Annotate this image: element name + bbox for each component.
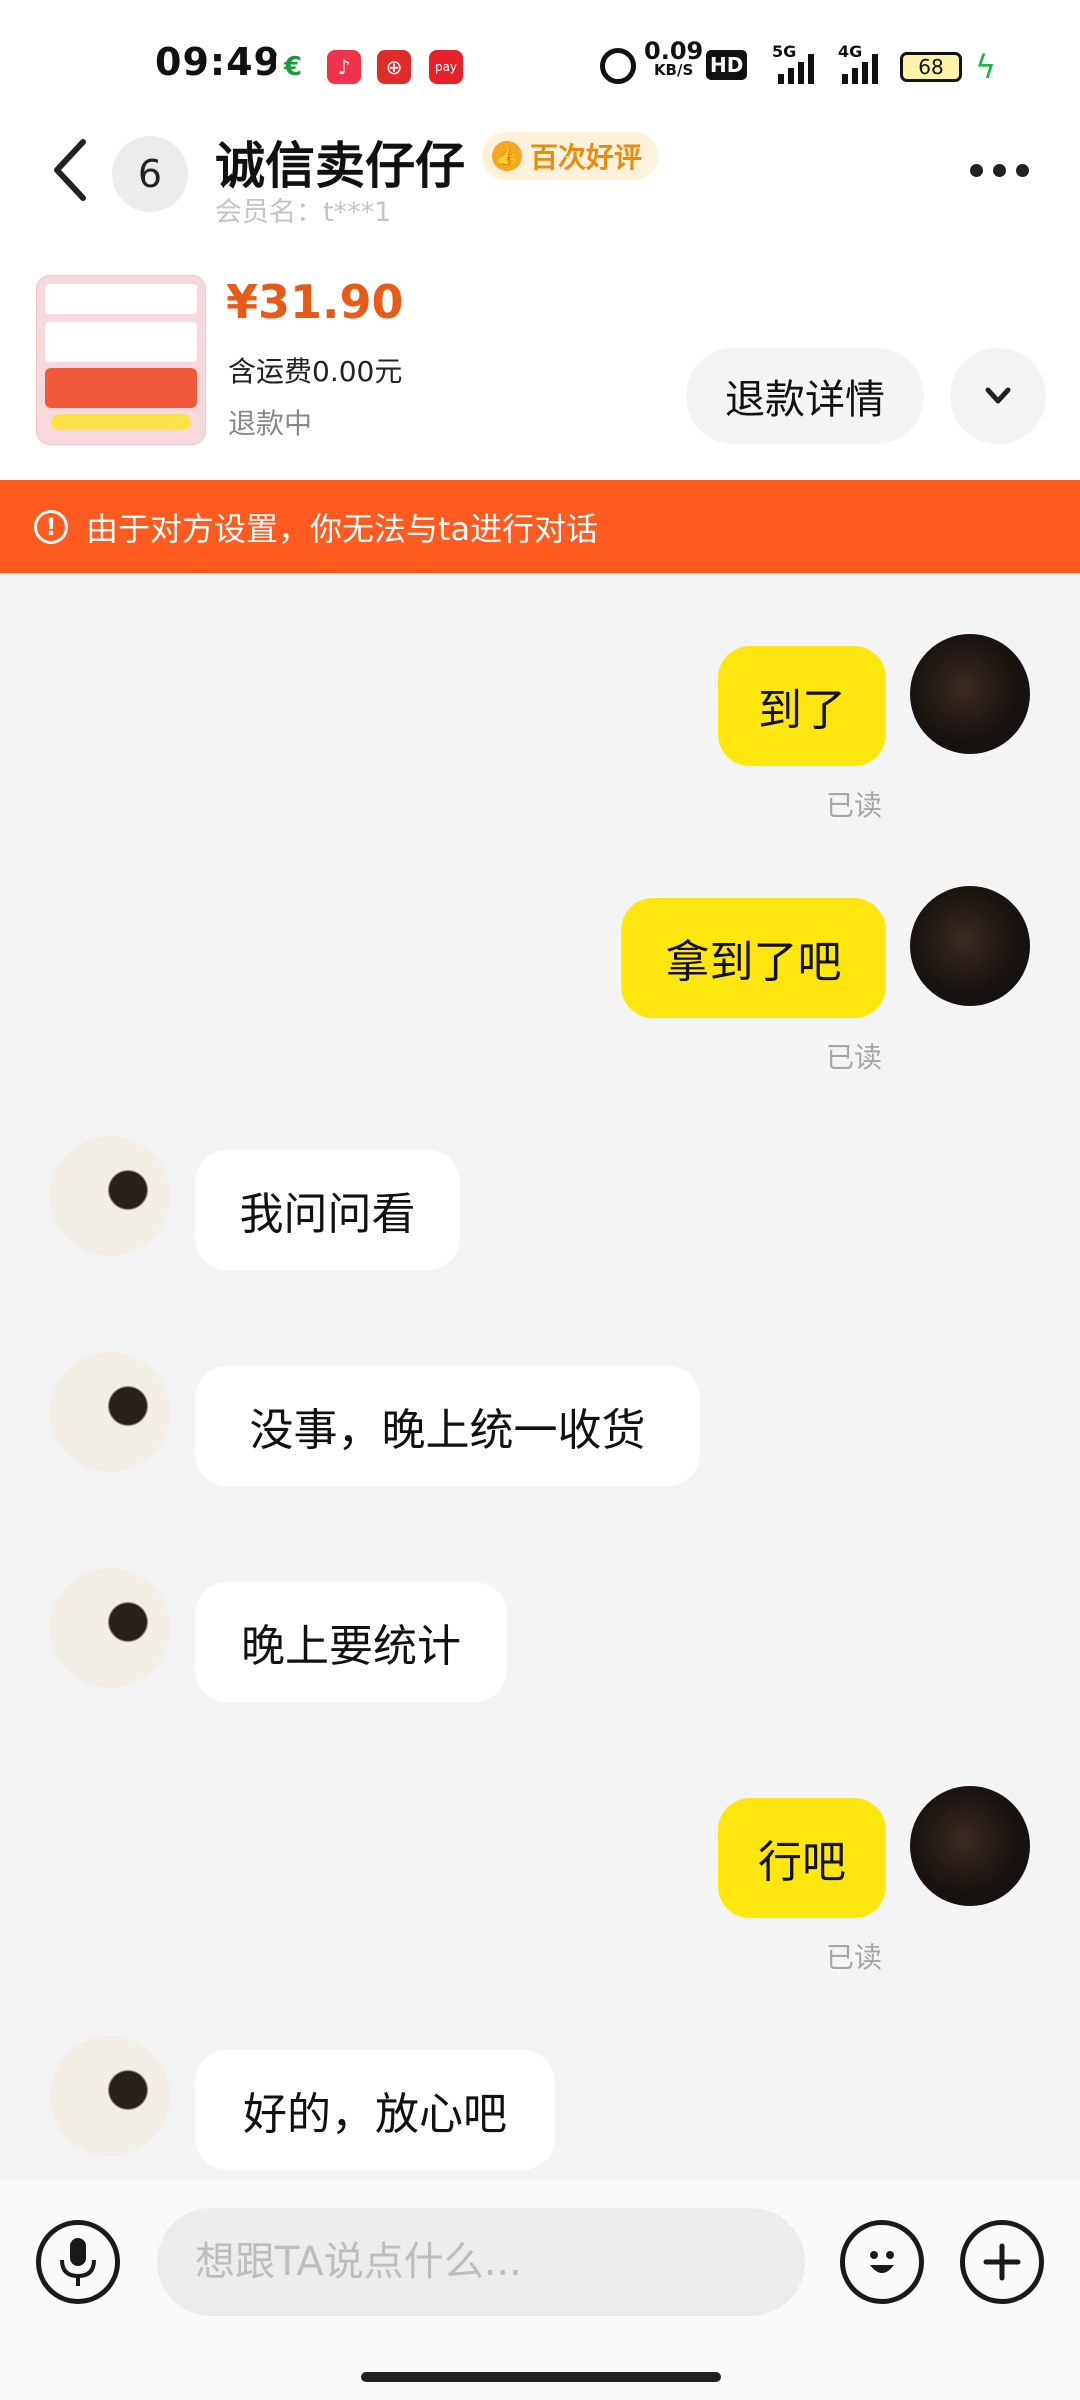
home-indicator[interactable] <box>361 2372 721 2382</box>
my-avatar[interactable] <box>910 886 1030 1006</box>
contact-avatar[interactable] <box>50 2036 170 2156</box>
signal-bars-icon <box>778 54 822 84</box>
message-bubble-sent[interactable]: 到了 <box>718 646 886 766</box>
plus-button[interactable] <box>960 2220 1044 2304</box>
warning-text: 由于对方设置，你无法与ta进行对话 <box>86 509 599 548</box>
plus-icon <box>983 2243 1021 2281</box>
message-bubble-received[interactable]: 晚上要统计 <box>195 1582 507 1702</box>
bank-app-icon: ⊕ <box>377 50 411 84</box>
postal-app-icon: € <box>276 50 310 84</box>
expand-button[interactable] <box>950 348 1046 444</box>
unread-count-badge[interactable]: 6 <box>112 136 188 212</box>
status-time: 09:49 <box>155 40 281 84</box>
my-avatar[interactable] <box>910 1786 1030 1906</box>
shop-name[interactable]: 诚信卖仔仔 <box>215 126 465 198</box>
message-bubble-received[interactable]: 没事，晚上统一收货 <box>195 1366 700 1486</box>
warning-icon: ! <box>34 509 68 544</box>
charging-icon: ϟ <box>975 48 997 86</box>
refund-detail-button[interactable]: 退款详情 <box>686 348 924 444</box>
voice-button[interactable] <box>36 2220 120 2304</box>
emoji-button[interactable] <box>840 2220 924 2304</box>
product-thumbnail[interactable] <box>36 275 206 445</box>
rating-badge[interactable]: 👍 百次好评 <box>482 132 659 180</box>
product-price: ¥31.90 <box>226 275 404 329</box>
message-input[interactable] <box>157 2208 805 2316</box>
chevron-left-icon <box>54 139 86 201</box>
shipping-info: 含运费0.00元 <box>228 355 403 388</box>
hd-icon: HD <box>706 50 748 80</box>
my-avatar[interactable] <box>910 634 1030 754</box>
music-app-icon: ♪ <box>327 50 361 84</box>
contact-avatar[interactable] <box>50 1352 170 1472</box>
message-bubble-sent[interactable]: 行吧 <box>718 1798 886 1918</box>
more-dots-icon <box>970 163 983 177</box>
contact-avatar[interactable] <box>50 1136 170 1256</box>
net-speed-value: 0.09 <box>644 37 704 65</box>
message-bubble-received[interactable]: 好的，放心吧 <box>195 2050 555 2170</box>
battery-icon: 68 <box>900 52 962 82</box>
chevron-down-icon <box>985 387 1011 404</box>
back-button[interactable] <box>45 130 105 210</box>
warning-banner: ! 由于对方设置，你无法与ta进行对话 <box>0 480 1080 573</box>
alarm-icon <box>600 48 636 84</box>
signal-bars-2-icon <box>842 54 886 84</box>
read-receipt: 已读 <box>826 789 883 822</box>
rating-badge-label: 百次好评 <box>530 141 643 174</box>
net-speed: 0.09 KB/S <box>644 37 704 78</box>
pay-app-icon: pay <box>429 50 463 84</box>
refund-status: 退款中 <box>228 407 313 440</box>
message-bubble-received[interactable]: 我问问看 <box>195 1150 460 1270</box>
member-name: 会员名：t***1 <box>215 197 392 228</box>
contact-avatar[interactable] <box>50 1568 170 1688</box>
thumbs-up-icon: 👍 <box>492 141 522 171</box>
battery-level: 68 <box>918 55 944 79</box>
microphone-icon <box>60 2238 96 2286</box>
message-bubble-sent[interactable]: 拿到了吧 <box>621 898 886 1018</box>
read-receipt: 已读 <box>826 1941 883 1974</box>
emoji-icon <box>870 2251 894 2273</box>
more-button[interactable] <box>970 160 1034 180</box>
read-receipt: 已读 <box>826 1041 883 1074</box>
